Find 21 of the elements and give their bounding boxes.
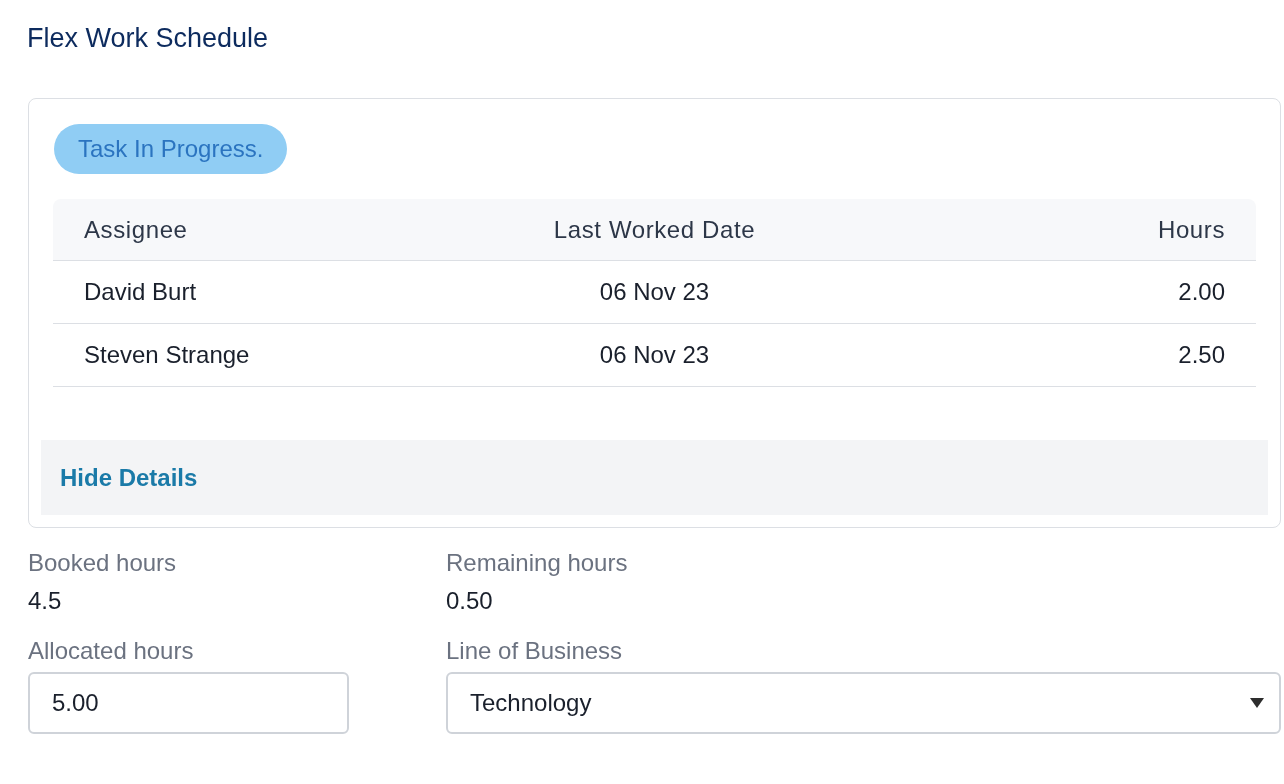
field-label: Allocated hours [28,636,195,666]
table-cell-text: Steven Strange [84,340,251,370]
table-cell-text: 06 Nov 23 [598,340,711,370]
table-cell-text: 2.50 [1177,340,1225,370]
summary-value: 4.5 [28,586,63,616]
column-header: Last Worked Date [552,214,757,245]
summary-label: Remaining hours [446,548,629,578]
column-header: Hours [1156,214,1225,245]
page-title: Flex Work Schedule [27,22,270,54]
hide-details-link[interactable]: Hide Details [60,459,198,496]
summary-label: Booked hours [28,548,178,578]
table-cell-text: 2.00 [1177,277,1225,307]
column-header: Assignee [84,214,189,245]
table-cell-text: 06 Nov 23 [598,277,711,307]
summary-value: 0.50 [446,586,494,616]
line-of-business-select[interactable]: Technology [446,672,1281,734]
table-cell-text: David Burt [84,277,198,307]
field-label: Line of Business [446,636,624,666]
dropdown-caret-icon [1249,697,1265,709]
allocated-hours-field[interactable]: 5.00 [28,672,349,734]
status-badge: Task In Progress. [54,124,288,174]
